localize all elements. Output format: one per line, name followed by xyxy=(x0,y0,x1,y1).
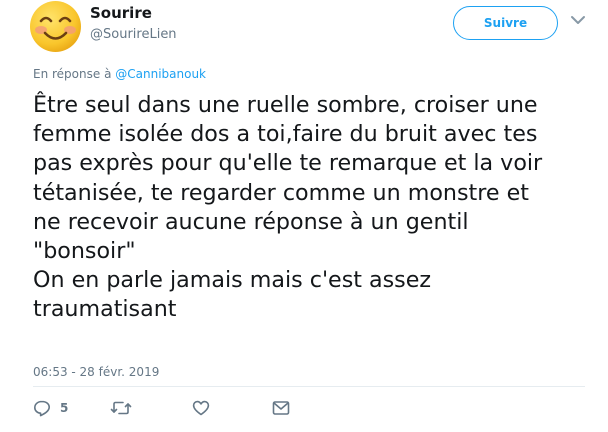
reply-context: En réponse à @Cannibanouk xyxy=(33,67,206,81)
follow-button[interactable]: Suivre xyxy=(453,6,558,40)
reply-context-prefix: En réponse à xyxy=(33,67,112,81)
direct-message-button[interactable] xyxy=(272,397,290,419)
retweet-button[interactable] xyxy=(110,397,132,419)
divider xyxy=(33,386,585,387)
tweet-actions: 5 xyxy=(0,397,608,421)
tweet-card: Sourire @SourireLien Suivre En réponse à… xyxy=(0,0,608,432)
reply-count: 5 xyxy=(60,401,69,415)
reply-icon xyxy=(34,400,50,417)
like-icon xyxy=(192,400,210,416)
like-button[interactable] xyxy=(192,397,210,419)
username[interactable]: @SourireLien xyxy=(90,27,177,42)
reply-mention-link[interactable]: @Cannibanouk xyxy=(115,67,206,81)
tweet-text: Être seul dans une ruelle sombre, croise… xyxy=(33,92,543,323)
direct-message-icon xyxy=(272,401,290,415)
avatar[interactable] xyxy=(29,0,82,53)
tweet-timestamp[interactable]: 06:53 - 28 févr. 2019 xyxy=(33,365,159,379)
reply-button[interactable]: 5 xyxy=(33,397,68,419)
smiling-face-emoji-icon xyxy=(30,1,81,52)
retweet-icon xyxy=(110,401,132,415)
display-name[interactable]: Sourire xyxy=(90,4,152,22)
chevron-down-icon[interactable] xyxy=(570,14,586,26)
